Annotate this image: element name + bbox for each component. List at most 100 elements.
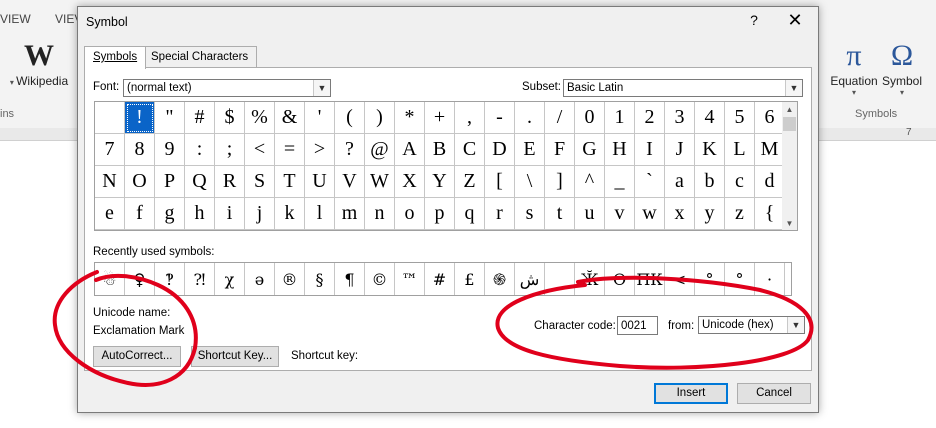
- symbol-cell[interactable]: (: [335, 102, 365, 134]
- symbol-cell[interactable]: *: [395, 102, 425, 134]
- cancel-button[interactable]: Cancel: [737, 383, 811, 404]
- symbol-cell[interactable]: R: [215, 166, 245, 198]
- recent-symbol-cell[interactable]: <: [665, 263, 695, 295]
- symbol-cell[interactable]: Z: [455, 166, 485, 198]
- symbol-cell[interactable]: L: [725, 134, 755, 166]
- symbol-cell[interactable]: y: [695, 198, 725, 230]
- symbol-cell[interactable]: :: [185, 134, 215, 166]
- symbol-cell[interactable]: ;: [215, 134, 245, 166]
- symbol-cell[interactable]: ,: [455, 102, 485, 134]
- symbol-cell[interactable]: p: [425, 198, 455, 230]
- symbol-cell[interactable]: 5: [725, 102, 755, 134]
- recent-symbol-cell[interactable]: [545, 263, 575, 295]
- symbol-cell[interactable]: s: [515, 198, 545, 230]
- symbol-cell[interactable]: 0: [575, 102, 605, 134]
- symbol-cell[interactable]: 7: [95, 134, 125, 166]
- symbol-cell[interactable]: ?: [335, 134, 365, 166]
- character-code-input[interactable]: [617, 316, 658, 335]
- symbol-cell[interactable]: a: [665, 166, 695, 198]
- symbol-cell[interactable]: <: [245, 134, 275, 166]
- chevron-down-icon[interactable]: ▼: [785, 80, 802, 96]
- symbol-cell[interactable]: t: [545, 198, 575, 230]
- symbol-cell[interactable]: =: [275, 134, 305, 166]
- recent-symbol-cell[interactable]: ©: [365, 263, 395, 295]
- symbol-cell[interactable]: S: [245, 166, 275, 198]
- recent-symbol-cell[interactable]: ֍: [485, 263, 515, 295]
- scroll-down-icon[interactable]: ▼: [782, 216, 797, 230]
- symbol-cell[interactable]: H: [605, 134, 635, 166]
- recent-symbol-cell[interactable]: £: [455, 263, 485, 295]
- symbol-cell[interactable]: 3: [665, 102, 695, 134]
- chevron-down-icon[interactable]: ▼: [313, 80, 330, 96]
- symbol-cell[interactable]: v: [605, 198, 635, 230]
- symbol-cell[interactable]: +: [425, 102, 455, 134]
- symbol-cell[interactable]: C: [455, 134, 485, 166]
- grid-scrollbar[interactable]: ▲ ▼: [782, 101, 798, 231]
- equation-button[interactable]: π Equation ▾: [826, 38, 882, 97]
- symbol-cell[interactable]: _: [605, 166, 635, 198]
- symbol-cell[interactable]: V: [335, 166, 365, 198]
- symbol-cell[interactable]: [: [485, 166, 515, 198]
- symbol-cell[interactable]: -: [485, 102, 515, 134]
- symbol-cell[interactable]: >: [305, 134, 335, 166]
- symbol-cell[interactable]: [95, 102, 125, 134]
- scrollbar-thumb[interactable]: [783, 117, 796, 131]
- symbol-cell[interactable]: X: [395, 166, 425, 198]
- recent-symbol-cell[interactable]: §: [305, 263, 335, 295]
- recent-symbol-cell[interactable]: ♀: [125, 263, 155, 295]
- symbol-button[interactable]: Ω Symbol ▾: [878, 38, 926, 97]
- font-dropdown[interactable]: (normal text) ▼: [123, 79, 331, 97]
- symbol-cell[interactable]: @: [365, 134, 395, 166]
- subset-dropdown[interactable]: Basic Latin ▼: [563, 79, 803, 97]
- symbol-cell[interactable]: `: [635, 166, 665, 198]
- symbol-cell[interactable]: h: [185, 198, 215, 230]
- symbol-cell[interactable]: #: [185, 102, 215, 134]
- symbol-cell[interactable]: B: [425, 134, 455, 166]
- symbol-cell[interactable]: r: [485, 198, 515, 230]
- wikipedia-button[interactable]: W ▾ Wikipedia: [4, 38, 74, 88]
- recent-symbol-cell[interactable]: ‽: [155, 263, 185, 295]
- symbol-cell[interactable]: ": [155, 102, 185, 134]
- symbol-cell[interactable]: n: [365, 198, 395, 230]
- symbol-cell[interactable]: M: [755, 134, 785, 166]
- symbol-cell[interactable]: U: [305, 166, 335, 198]
- symbol-cell[interactable]: P: [155, 166, 185, 198]
- insert-button[interactable]: Insert: [654, 383, 728, 404]
- symbol-cell[interactable]: /: [545, 102, 575, 134]
- recent-symbol-cell[interactable]: °: [695, 263, 725, 295]
- recent-symbol-cell[interactable]: ПК: [635, 263, 665, 295]
- symbol-cell[interactable]: 4: [695, 102, 725, 134]
- recent-symbol-cell[interactable]: ə: [245, 263, 275, 295]
- recent-symbol-cell[interactable]: Ӂ: [575, 263, 605, 295]
- scroll-up-icon[interactable]: ▲: [782, 102, 797, 116]
- symbol-cell[interactable]: ': [305, 102, 335, 134]
- symbol-cell[interactable]: w: [635, 198, 665, 230]
- recent-symbol-cell[interactable]: χ: [215, 263, 245, 295]
- autocorrect-button[interactable]: AutoCorrect...: [93, 346, 181, 367]
- symbol-cell[interactable]: Y: [425, 166, 455, 198]
- symbol-cell[interactable]: m: [335, 198, 365, 230]
- symbol-cell[interactable]: G: [575, 134, 605, 166]
- symbol-cell[interactable]: k: [275, 198, 305, 230]
- recent-symbol-cell[interactable]: #: [425, 263, 455, 295]
- symbol-cell[interactable]: 9: [155, 134, 185, 166]
- symbol-cell[interactable]: A: [395, 134, 425, 166]
- symbol-cell[interactable]: \: [515, 166, 545, 198]
- symbol-cell[interactable]: x: [665, 198, 695, 230]
- symbol-cell[interactable]: ]: [545, 166, 575, 198]
- symbol-cell[interactable]: K: [695, 134, 725, 166]
- symbol-cell[interactable]: j: [245, 198, 275, 230]
- chevron-down-icon[interactable]: ▼: [787, 317, 804, 333]
- symbol-cell[interactable]: W: [365, 166, 395, 198]
- symbol-cell[interactable]: Q: [185, 166, 215, 198]
- symbol-cell[interactable]: D: [485, 134, 515, 166]
- recent-symbol-cell[interactable]: ش: [515, 263, 545, 295]
- symbol-cell[interactable]: q: [455, 198, 485, 230]
- symbol-cell[interactable]: J: [665, 134, 695, 166]
- symbol-cell[interactable]: {: [755, 198, 785, 230]
- tab-symbols[interactable]: Symbols: [84, 46, 147, 69]
- symbol-cell[interactable]: &: [275, 102, 305, 134]
- symbol-cell[interactable]: i: [215, 198, 245, 230]
- symbol-cell[interactable]: F: [545, 134, 575, 166]
- symbol-cell[interactable]: o: [395, 198, 425, 230]
